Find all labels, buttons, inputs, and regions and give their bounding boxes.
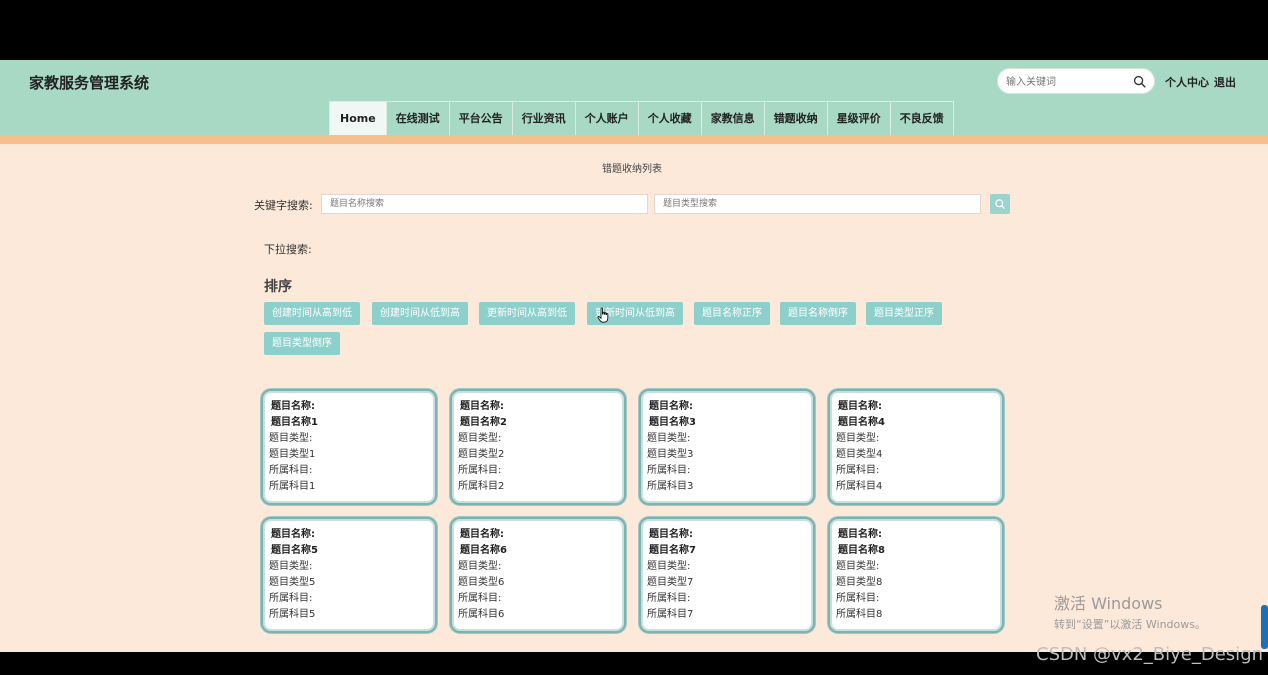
nav-industry-news[interactable]: 行业资讯 (513, 102, 576, 135)
card-subject-label: 所属科目: (647, 593, 691, 604)
activate-windows-title: 激活 Windows (1054, 594, 1163, 613)
nav-wrong-questions[interactable]: 错题收纳 (765, 102, 828, 135)
sort-name-desc-button[interactable]: 题目名称倒序 (780, 302, 856, 325)
header-stripe (0, 135, 1268, 144)
scrollbar-thumb[interactable] (1261, 605, 1268, 649)
card-name-label: 题目名称: (649, 529, 693, 540)
card-name-value: 题目名称8 (838, 545, 885, 556)
sort-updated-desc-button[interactable]: 更新时间从高到低 (479, 302, 575, 325)
card-type-value: 题目类型7 (647, 577, 694, 588)
sort-created-desc-button[interactable]: 创建时间从高到低 (264, 302, 360, 325)
card-name-value: 题目名称4 (838, 417, 885, 428)
card-name-label: 题目名称: (838, 529, 882, 540)
nav-personal-account[interactable]: 个人账户 (576, 102, 639, 135)
card-type-value: 题目类型4 (836, 449, 883, 460)
question-name-search-input[interactable] (321, 194, 648, 214)
card-name-value: 题目名称5 (271, 545, 318, 556)
question-card-8[interactable]: 题目名称: 题目名称8 题目类型: 题目类型8 所属科目: 所属科目8 (828, 517, 1004, 633)
card-type-value: 题目类型1 (269, 449, 316, 460)
question-card-1[interactable]: 题目名称: 题目名称1 题目类型: 题目类型1 所属科目: 所属科目1 (261, 389, 437, 505)
card-type-value: 题目类型3 (647, 449, 694, 460)
nav-star-rating[interactable]: 星级评价 (828, 102, 891, 135)
dropdown-search-label: 下拉搜索: (264, 243, 312, 256)
list-title: 错题收纳列表 (602, 164, 662, 175)
header-search-input[interactable] (1006, 74, 1131, 90)
sort-type-asc-button[interactable]: 题目类型正序 (866, 302, 942, 325)
card-subject-label: 所属科目: (836, 593, 880, 604)
user-center-link[interactable]: 个人中心 (1165, 74, 1209, 90)
nav-tutor-info[interactable]: 家教信息 (702, 102, 765, 135)
card-type-value: 题目类型2 (458, 449, 505, 460)
card-subject-label: 所属科目: (458, 465, 502, 476)
card-type-value: 题目类型8 (836, 577, 883, 588)
card-subject-value: 所属科目4 (836, 481, 883, 492)
card-type-label: 题目类型: (647, 433, 691, 444)
card-name-value: 题目名称7 (649, 545, 696, 556)
card-subject-label: 所属科目: (836, 465, 880, 476)
card-name-label: 题目名称: (460, 529, 504, 540)
nav-online-test[interactable]: 在线测试 (387, 102, 450, 135)
card-name-label: 题目名称: (271, 529, 315, 540)
csdn-watermark: CSDN @vx2_Biye_Design (1036, 644, 1264, 665)
card-name-value: 题目名称2 (460, 417, 507, 428)
question-card-2[interactable]: 题目名称: 题目名称2 题目类型: 题目类型2 所属科目: 所属科目2 (450, 389, 626, 505)
card-subject-label: 所属科目: (458, 593, 502, 604)
letterbox-top (0, 0, 1268, 60)
card-name-label: 题目名称: (838, 401, 882, 412)
sort-created-asc-button[interactable]: 创建时间从低到高 (372, 302, 468, 325)
card-type-label: 题目类型: (269, 433, 313, 444)
card-subject-label: 所属科目: (269, 465, 313, 476)
keyword-search-label: 关键字搜索: (254, 199, 313, 212)
question-card-4[interactable]: 题目名称: 题目名称4 题目类型: 题目类型4 所属科目: 所属科目4 (828, 389, 1004, 505)
card-type-label: 题目类型: (836, 561, 880, 572)
question-card-7[interactable]: 题目名称: 题目名称7 题目类型: 题目类型7 所属科目: 所属科目7 (639, 517, 815, 633)
header: 家教服务管理系统 个人中心 退出 Home 在线测试 平台公告 行业资讯 个人账… (0, 60, 1268, 135)
card-subject-value: 所属科目6 (458, 609, 505, 620)
hand-cursor-icon (597, 307, 609, 323)
card-subject-value: 所属科目5 (269, 609, 316, 620)
activate-windows-notice: 激活 Windows 转到“设置”以激活 Windows。 (1054, 590, 1206, 632)
question-card-6[interactable]: 题目名称: 题目名称6 题目类型: 题目类型6 所属科目: 所属科目6 (450, 517, 626, 633)
nav-announcements[interactable]: 平台公告 (450, 102, 513, 135)
card-subject-value: 所属科目8 (836, 609, 883, 620)
card-subject-value: 所属科目2 (458, 481, 505, 492)
card-subject-label: 所属科目: (269, 593, 313, 604)
logout-link[interactable]: 退出 (1214, 74, 1236, 90)
question-card-3[interactable]: 题目名称: 题目名称3 题目类型: 题目类型3 所属科目: 所属科目3 (639, 389, 815, 505)
card-name-value: 题目名称3 (649, 417, 696, 428)
sort-type-desc-button[interactable]: 题目类型倒序 (264, 332, 340, 355)
card-type-label: 题目类型: (269, 561, 313, 572)
card-type-label: 题目类型: (647, 561, 691, 572)
card-name-value: 题目名称6 (460, 545, 507, 556)
card-subject-value: 所属科目3 (647, 481, 694, 492)
card-type-value: 题目类型6 (458, 577, 505, 588)
nav-favorites[interactable]: 个人收藏 (639, 102, 702, 135)
card-subject-label: 所属科目: (647, 465, 691, 476)
card-name-value: 题目名称1 (271, 417, 318, 428)
main-nav: Home 在线测试 平台公告 行业资讯 个人账户 个人收藏 家教信息 错题收纳 … (329, 101, 954, 135)
question-card-5[interactable]: 题目名称: 题目名称5 题目类型: 题目类型5 所属科目: 所属科目5 (261, 517, 437, 633)
sort-title: 排序 (264, 279, 292, 295)
card-type-label: 题目类型: (458, 561, 502, 572)
search-button[interactable] (990, 194, 1010, 214)
nav-home[interactable]: Home (330, 102, 387, 135)
card-name-label: 题目名称: (271, 401, 315, 412)
activate-windows-subtitle: 转到“设置”以激活 Windows。 (1054, 618, 1206, 631)
search-icon (995, 199, 1005, 209)
nav-bad-feedback[interactable]: 不良反馈 (891, 102, 953, 135)
card-type-label: 题目类型: (836, 433, 880, 444)
card-name-label: 题目名称: (460, 401, 504, 412)
search-icon[interactable] (1133, 75, 1146, 88)
card-name-label: 题目名称: (649, 401, 693, 412)
card-subject-value: 所属科目1 (269, 481, 316, 492)
card-subject-value: 所属科目7 (647, 609, 694, 620)
site-title: 家教服务管理系统 (29, 74, 150, 92)
page: 家教服务管理系统 个人中心 退出 Home 在线测试 平台公告 行业资讯 个人账… (0, 60, 1268, 652)
sort-name-asc-button[interactable]: 题目名称正序 (694, 302, 770, 325)
header-search (997, 68, 1155, 94)
card-type-value: 题目类型5 (269, 577, 316, 588)
card-type-label: 题目类型: (458, 433, 502, 444)
question-type-search-input[interactable] (654, 194, 981, 214)
